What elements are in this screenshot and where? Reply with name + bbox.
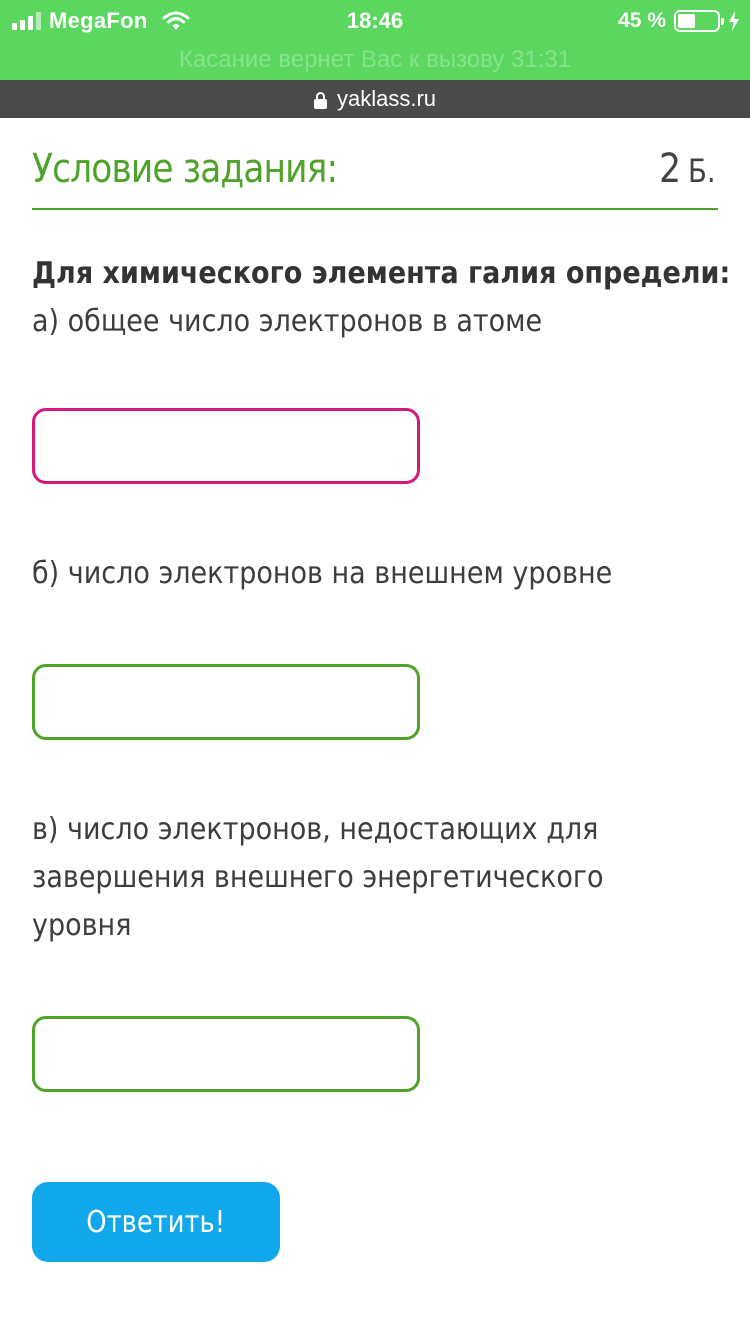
charging-bolt-icon (729, 11, 739, 31)
submit-answer-button[interactable]: Ответить! (32, 1182, 280, 1262)
task-header: Условие задания: 2 Б. (32, 140, 718, 210)
part-c-line-1: в) число электронов, недостающих для (32, 812, 599, 847)
battery-percent: 45 % (618, 9, 666, 32)
battery-icon (674, 10, 724, 32)
points-unit: Б. (688, 152, 716, 190)
answer-b-input[interactable] (32, 664, 420, 740)
question-text: Для химического элемента галия определи:… (32, 250, 731, 346)
part-b-text: б) число электронов на внешнем уровне (32, 556, 613, 591)
points-value: 2 (659, 146, 682, 192)
part-c-line-2: завершения внешнего энергетического (32, 860, 604, 895)
call-return-banner[interactable]: Касание вернет Вас к вызову 31:31 (0, 44, 750, 76)
status-row: MegaFon 18:46 45 % (0, 6, 750, 36)
page-title: Условие задания: (32, 146, 338, 192)
battery-info: 45 % (618, 6, 740, 36)
part-c-line-3: уровня (32, 908, 132, 943)
points-label: 2 Б. (660, 146, 716, 192)
lock-icon (313, 91, 327, 109)
status-bar: MegaFon 18:46 45 % Касание вернет Вас к … (0, 0, 750, 80)
answer-a-input[interactable] (32, 408, 420, 484)
submit-button-label: Ответить! (86, 1204, 226, 1240)
browser-url-bar[interactable]: yaklass.ru (0, 80, 750, 118)
question-intro: Для химического элемента галия определи: (32, 256, 731, 291)
part-a-text: а) общее число электронов в атоме (32, 304, 543, 339)
part-c-text: в) число электронов, недостающих для зав… (32, 806, 716, 950)
url-text: yaklass.ru (336, 86, 437, 111)
answer-c-input[interactable] (32, 1016, 420, 1092)
